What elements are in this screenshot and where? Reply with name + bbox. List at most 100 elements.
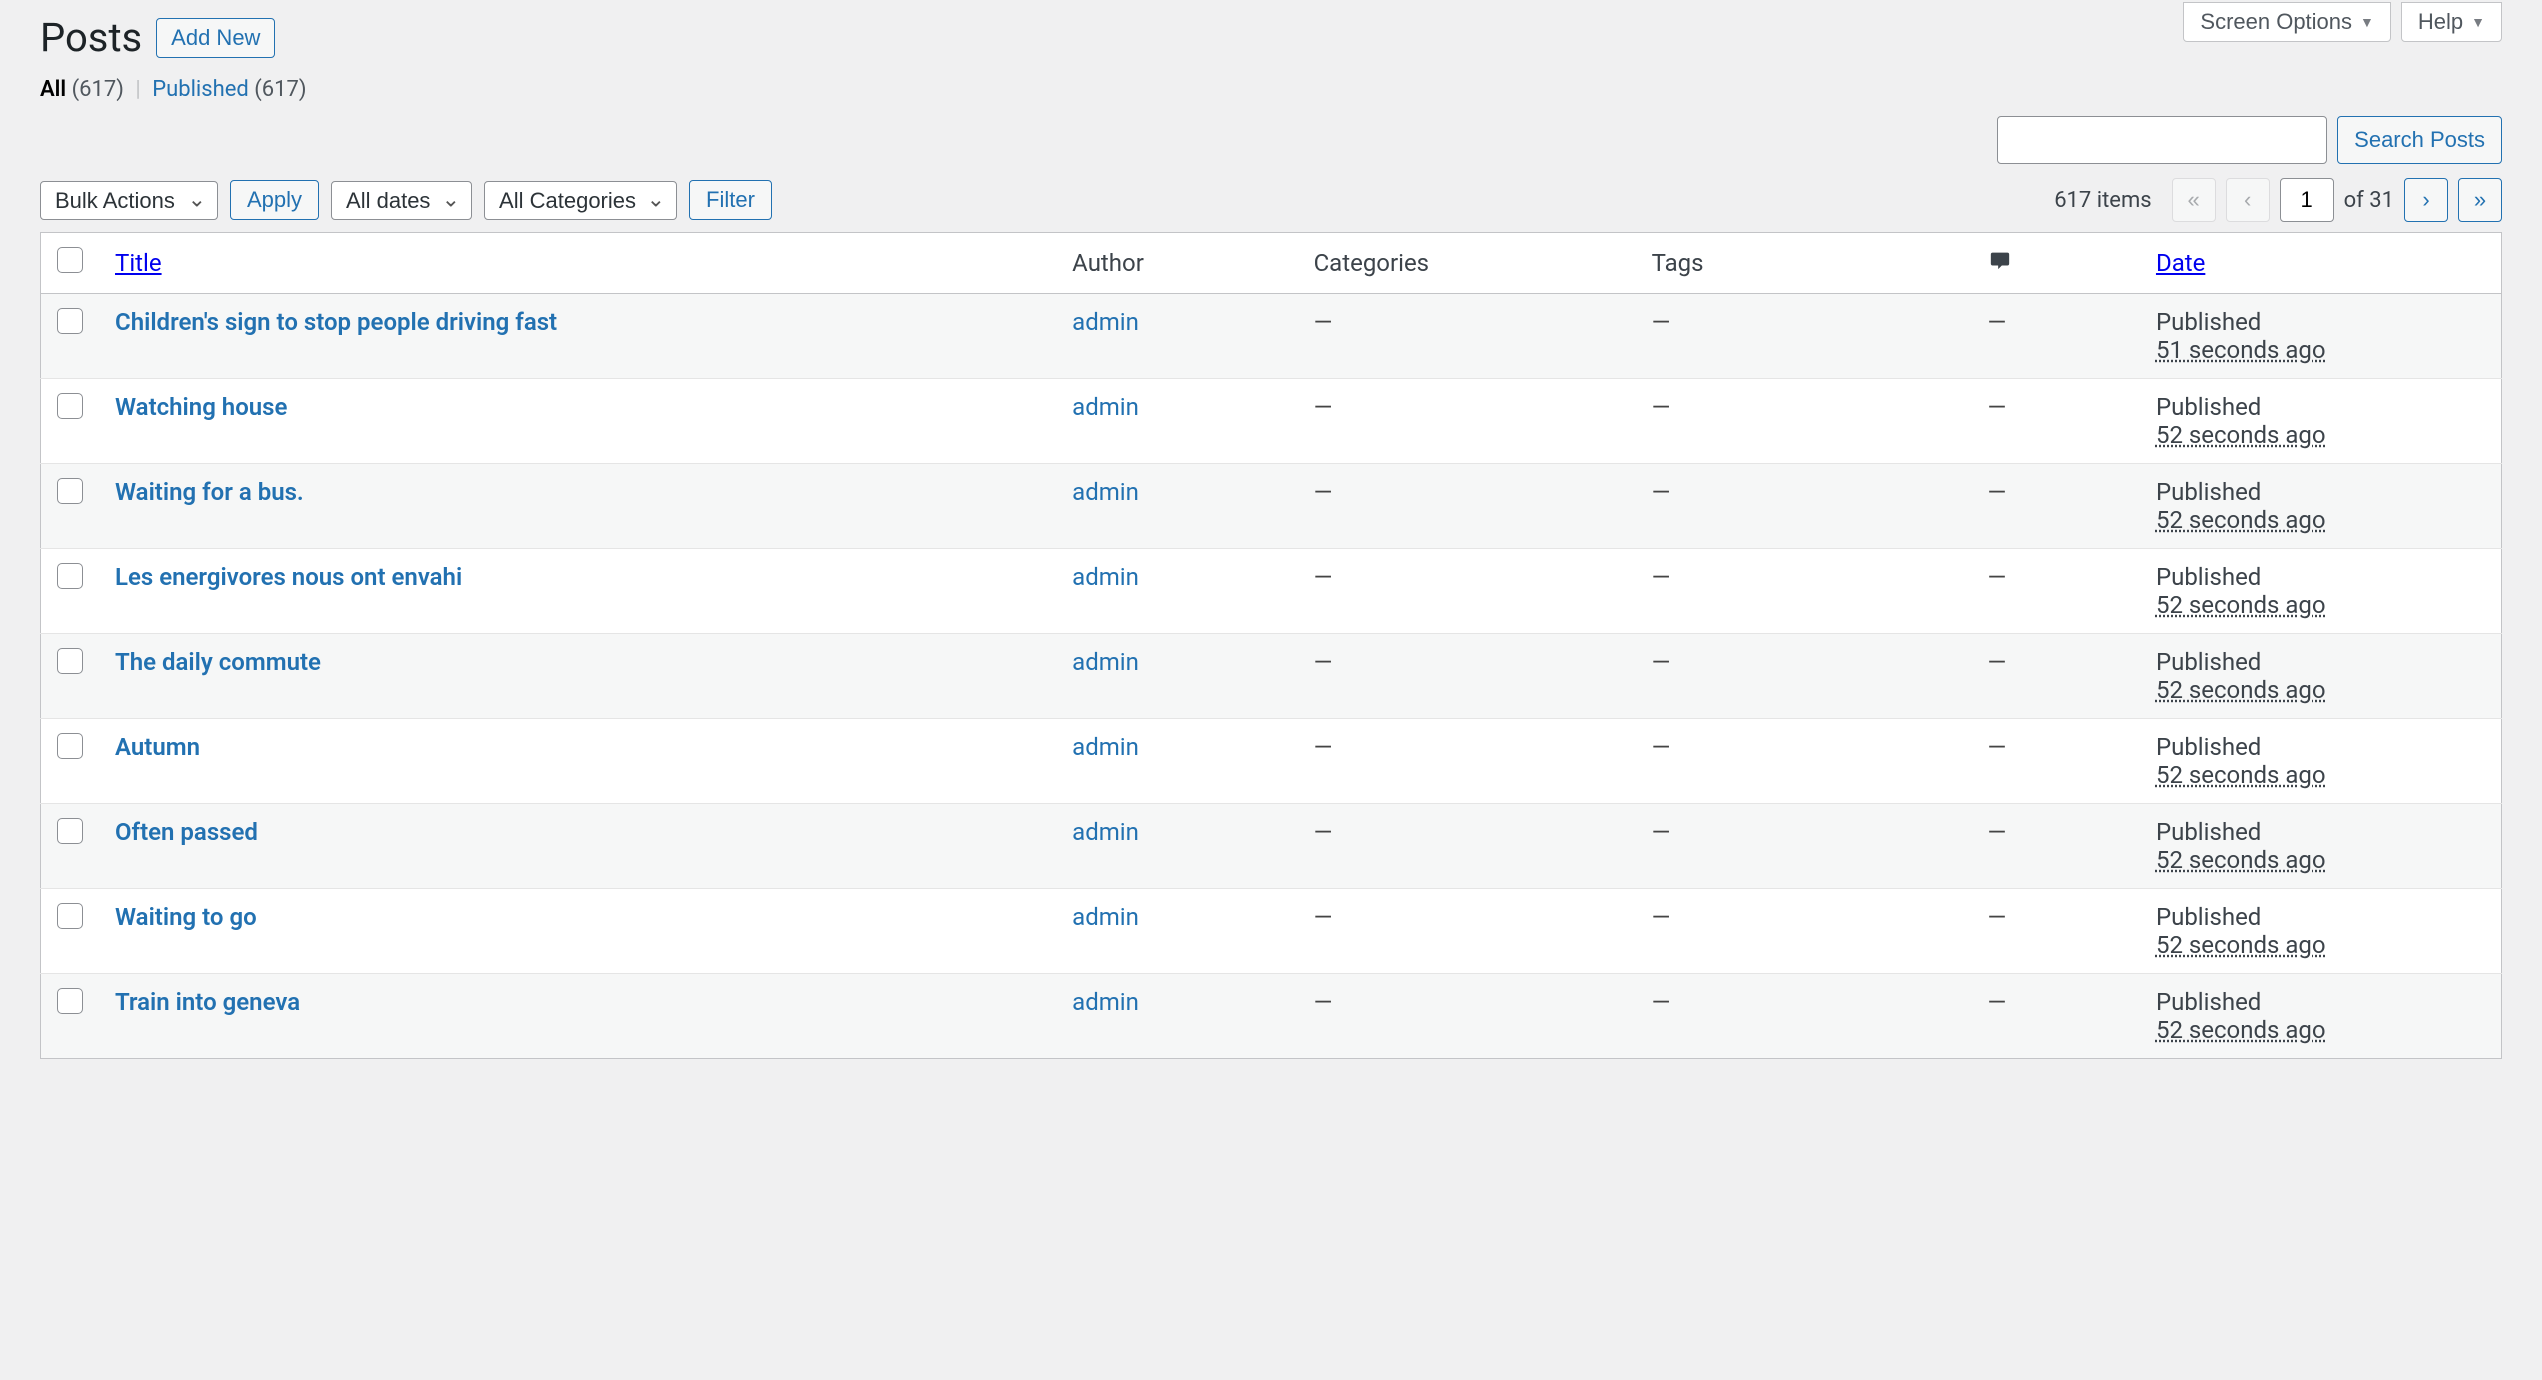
last-page-button[interactable]: » [2458, 178, 2502, 222]
post-date-relative: 52 seconds ago [2156, 1016, 2485, 1044]
post-date-relative: 52 seconds ago [2156, 591, 2485, 619]
row-checkbox[interactable] [57, 648, 83, 674]
column-comments [1972, 233, 2140, 294]
row-checkbox[interactable] [57, 818, 83, 844]
tags-value: — [1652, 478, 1671, 506]
post-status: Published [2156, 393, 2485, 421]
post-date-relative: 52 seconds ago [2156, 676, 2485, 704]
table-row: Waiting to go admin — — — Published 52 s… [41, 889, 2502, 974]
categories-value: — [1314, 903, 1333, 931]
bulk-actions-select[interactable]: Bulk Actions [40, 181, 218, 220]
post-status: Published [2156, 988, 2485, 1016]
categories-value: — [1314, 393, 1333, 421]
author-link[interactable]: admin [1072, 818, 1139, 846]
current-page-input[interactable] [2280, 178, 2334, 222]
post-status: Published [2156, 478, 2485, 506]
post-title-link[interactable]: Often passed [115, 818, 258, 846]
search-input[interactable] [1997, 116, 2327, 164]
date-filter-select[interactable]: All dates [331, 181, 472, 220]
tags-value: — [1652, 563, 1671, 591]
post-status: Published [2156, 733, 2485, 761]
post-status: Published [2156, 308, 2485, 336]
search-posts-button[interactable]: Search Posts [2337, 116, 2502, 164]
table-row: The daily commute admin — — — Published … [41, 634, 2502, 719]
row-checkbox[interactable] [57, 478, 83, 504]
post-date-relative: 52 seconds ago [2156, 506, 2485, 534]
row-checkbox[interactable] [57, 733, 83, 759]
author-link[interactable]: admin [1072, 393, 1139, 421]
filter-published-count: (617) [254, 77, 306, 102]
screen-options-label: Screen Options [2200, 9, 2352, 35]
prev-page-button[interactable]: ‹ [2226, 178, 2270, 222]
select-all-checkbox[interactable] [57, 247, 83, 273]
screen-options-button[interactable]: Screen Options ▼ [2183, 2, 2391, 42]
column-date[interactable]: Date [2156, 249, 2205, 277]
post-status: Published [2156, 818, 2485, 846]
apply-button[interactable]: Apply [230, 180, 319, 220]
comments-value: — [1988, 478, 2007, 506]
comments-value: — [1988, 393, 2007, 421]
filter-all-link[interactable]: All (617) [40, 77, 129, 102]
post-title-link[interactable]: Waiting to go [115, 903, 257, 931]
page-title: Posts [40, 14, 142, 61]
post-title-link[interactable]: Watching house [115, 393, 287, 421]
help-button[interactable]: Help ▼ [2401, 2, 2502, 42]
table-row: Children's sign to stop people driving f… [41, 294, 2502, 379]
comments-value: — [1988, 988, 2007, 1016]
column-title[interactable]: Title [115, 249, 162, 277]
table-row: Les energivores nous ont envahi admin — … [41, 549, 2502, 634]
tags-value: — [1652, 733, 1671, 761]
categories-value: — [1314, 563, 1333, 591]
filter-published-link[interactable]: Published (617) [152, 77, 306, 102]
post-title-link[interactable]: The daily commute [115, 648, 321, 676]
row-checkbox[interactable] [57, 563, 83, 589]
post-status: Published [2156, 648, 2485, 676]
author-link[interactable]: admin [1072, 903, 1139, 931]
tags-value: — [1652, 903, 1671, 931]
post-title-link[interactable]: Train into geneva [115, 988, 300, 1016]
table-row: Watching house admin — — — Published 52 … [41, 379, 2502, 464]
categories-value: — [1314, 308, 1333, 336]
comment-icon [1988, 249, 2012, 271]
post-date-relative: 51 seconds ago [2156, 336, 2485, 364]
comments-value: — [1988, 903, 2007, 931]
row-checkbox[interactable] [57, 308, 83, 334]
tags-value: — [1652, 648, 1671, 676]
author-link[interactable]: admin [1072, 733, 1139, 761]
author-link[interactable]: admin [1072, 308, 1139, 336]
table-row: Often passed admin — — — Published 52 se… [41, 804, 2502, 889]
post-date-relative: 52 seconds ago [2156, 846, 2485, 874]
author-link[interactable]: admin [1072, 563, 1139, 591]
post-title-link[interactable]: Children's sign to stop people driving f… [115, 308, 557, 336]
row-checkbox[interactable] [57, 393, 83, 419]
items-count: 617 items [2054, 188, 2151, 213]
post-date-relative: 52 seconds ago [2156, 761, 2485, 789]
filter-all-label: All [40, 77, 66, 102]
column-tags: Tags [1636, 233, 1972, 294]
post-title-link[interactable]: Autumn [115, 733, 200, 761]
row-checkbox[interactable] [57, 903, 83, 929]
help-label: Help [2418, 9, 2463, 35]
caret-down-icon: ▼ [2471, 14, 2485, 30]
row-checkbox[interactable] [57, 988, 83, 1014]
add-new-button[interactable]: Add New [156, 18, 275, 58]
post-title-link[interactable]: Les energivores nous ont envahi [115, 563, 462, 591]
comments-value: — [1988, 563, 2007, 591]
page-of-text: of 31 [2344, 188, 2394, 213]
tags-value: — [1652, 308, 1671, 336]
status-filter-links: All (617) | Published (617) [40, 77, 2502, 102]
posts-table: Title Author Categories Tags Date Childr… [40, 232, 2502, 1059]
filter-button[interactable]: Filter [689, 180, 772, 220]
categories-value: — [1314, 818, 1333, 846]
post-status: Published [2156, 903, 2485, 931]
author-link[interactable]: admin [1072, 988, 1139, 1016]
categories-value: — [1314, 988, 1333, 1016]
category-filter-select[interactable]: All Categories [484, 181, 677, 220]
author-link[interactable]: admin [1072, 478, 1139, 506]
post-title-link[interactable]: Waiting for a bus. [115, 478, 304, 506]
next-page-button[interactable]: › [2404, 178, 2448, 222]
comments-value: — [1988, 733, 2007, 761]
post-date-relative: 52 seconds ago [2156, 421, 2485, 449]
first-page-button[interactable]: « [2172, 178, 2216, 222]
author-link[interactable]: admin [1072, 648, 1139, 676]
